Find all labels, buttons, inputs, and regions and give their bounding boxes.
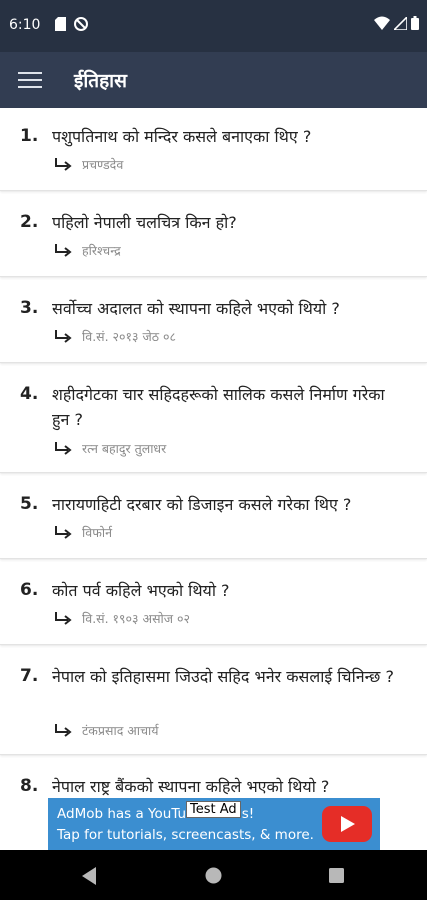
home-icon[interactable] (205, 867, 222, 884)
answer-row: रत्न बहादुर तुलाधर (54, 440, 166, 457)
wifi-icon (374, 16, 390, 30)
answer-row: वि.सं. १९०३ असोज ०२ (54, 610, 190, 627)
question-text: नेपाल को इतिहासमा जिउदो सहिद भनेर कसलाई … (52, 667, 394, 686)
arrow-return-icon (55, 611, 72, 625)
page-title: ईतिहास (74, 70, 127, 92)
question-text: पशुपतिनाथ को मन्दिर कसले बनाएका थिए ? (52, 127, 312, 146)
test-ad-badge: Test Ad (186, 801, 241, 818)
question-text: पहिलो नेपाली चलचित्र किन हो? (52, 213, 237, 232)
answer-text: विफोर्न (82, 525, 113, 540)
arrow-return-icon (55, 329, 72, 343)
list-item[interactable]: 7. नेपाल को इतिहासमा जिउदो सहिद भनेर कसल… (0, 648, 427, 755)
ad-banner[interactable]: AdMob has a YouTube Series! Tap for tuto… (48, 798, 380, 850)
battery-icon (411, 16, 419, 30)
arrow-return-icon (55, 441, 72, 455)
question-number: 6. (20, 580, 39, 600)
answer-text: रत्न बहादुर तुलाधर (82, 441, 167, 456)
ad-subline: Tap for tutorials, screencasts, & more. (57, 827, 314, 843)
question-text: नेपाल राष्ट्र बैंकको स्थापना कहिले भएको … (52, 777, 330, 796)
youtube-play-icon[interactable] (322, 806, 372, 842)
answer-text: हरिश्चन्द्र (82, 243, 121, 258)
answer-text: वि.सं. २०१३ जेठ ०८ (82, 329, 177, 344)
arrow-return-icon (55, 723, 72, 737)
answer-row: विफोर्न (54, 524, 112, 541)
list-item[interactable]: 1. पशुपतिनाथ को मन्दिर कसले बनाएका थिए ?… (0, 108, 427, 191)
hamburger-menu-icon[interactable] (18, 69, 42, 91)
list-item[interactable]: 6. कोत पर्व कहिले भएको थियो ? वि.सं. १९०… (0, 562, 427, 645)
answer-row: हरिश्चन्द्र (54, 242, 121, 259)
question-number: 7. (20, 666, 39, 686)
list-item[interactable]: 3. सर्वोच्च अदालत को स्थापना कहिले भएको … (0, 280, 427, 363)
answer-text: वि.सं. १९०३ असोज ०२ (82, 611, 191, 626)
question-number: 5. (20, 494, 39, 514)
answer-row: टंकप्रसाद आचार्य (54, 722, 159, 739)
list-item[interactable]: 4. शहीदगेटका चार सहिदहरूको सालिक कसले नि… (0, 366, 427, 473)
question-number: 3. (20, 298, 39, 318)
answer-row: प्रचण्डदेव (54, 156, 123, 173)
answer-text: टंकप्रसाद आचार्य (82, 723, 159, 738)
recents-icon[interactable] (329, 868, 344, 883)
question-number: 2. (20, 212, 39, 232)
navigation-bar (0, 850, 427, 900)
question-text: सर्वोच्च अदालत को स्थापना कहिले भएको थिय… (52, 299, 340, 318)
list-item[interactable]: 2. पहिलो नेपाली चलचित्र किन हो? हरिश्चन्… (0, 194, 427, 277)
no-disturb-icon (74, 17, 88, 31)
back-icon[interactable] (82, 867, 98, 885)
app-bar: ईतिहास (0, 52, 427, 108)
sd-card-icon (55, 17, 66, 31)
question-text: कोत पर्व कहिले भएको थियो ? (52, 581, 230, 600)
arrow-return-icon (55, 243, 72, 257)
question-text: नारायणहिटी दरबार को डिजाइन कसले गरेका थि… (52, 495, 352, 514)
cell-signal-icon (394, 16, 407, 30)
answer-row: वि.सं. २०१३ जेठ ०८ (54, 328, 176, 345)
question-number: 1. (20, 126, 39, 146)
answer-text: प्रचण्डदेव (82, 157, 124, 172)
question-number: 4. (20, 384, 39, 404)
question-number: 8. (20, 776, 39, 796)
question-text: शहीदगेटका चार सहिदहरूको सालिक कसले निर्म… (52, 385, 385, 429)
status-time: 6:10 (9, 17, 41, 33)
list-item[interactable]: 5. नारायणहिटी दरबार को डिजाइन कसले गरेका… (0, 476, 427, 559)
status-bar: 6:10 (0, 0, 427, 52)
arrow-return-icon (55, 525, 72, 539)
arrow-return-icon (55, 157, 72, 171)
